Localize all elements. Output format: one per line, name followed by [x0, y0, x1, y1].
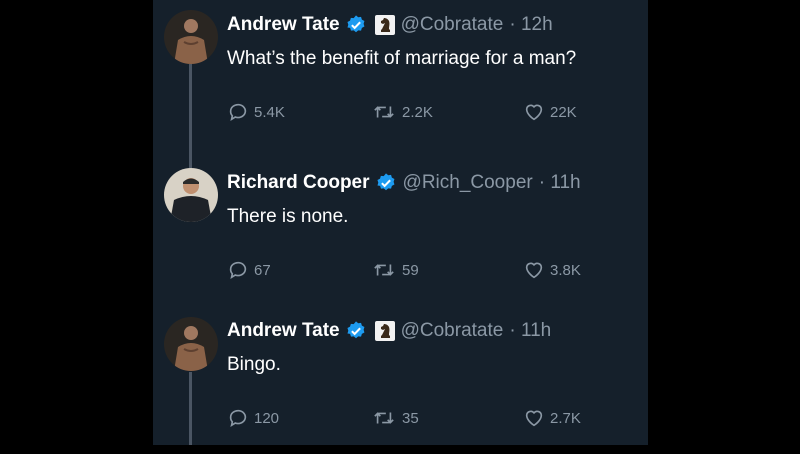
tweet-text: What’s the benefit of marriage for a man…: [227, 48, 577, 69]
like-count: 2.7K: [550, 409, 581, 427]
reply-icon: [229, 409, 247, 428]
retweet-button[interactable]: 2.2K: [371, 101, 433, 123]
retweet-icon: [374, 412, 394, 424]
author-handle[interactable]: @Rich_Cooper: [403, 172, 533, 194]
avatar[interactable]: [164, 168, 218, 222]
author-handle[interactable]: @Cobratate: [401, 14, 504, 36]
retweet-count: 35: [402, 409, 419, 427]
reply-button[interactable]: 67: [227, 259, 271, 281]
tweet-text: Bingo.: [227, 354, 281, 375]
author-name[interactable]: Andrew Tate: [227, 14, 340, 36]
verified-badge-icon: [347, 321, 365, 339]
reply-count: 67: [254, 261, 271, 279]
retweet-button[interactable]: 59: [371, 259, 419, 281]
chess-knight-icon: [374, 321, 395, 341]
tweet[interactable]: Andrew Tate @Cobratate · 11h Bingo. 120 …: [153, 306, 648, 454]
tweet-time[interactable]: · 11h: [539, 172, 581, 194]
tweet-actions: 67 59 3.8K: [227, 259, 587, 283]
reply-button[interactable]: 120: [227, 407, 279, 429]
tweet-actions: 5.4K 2.2K 22K: [227, 101, 587, 125]
like-count: 3.8K: [550, 261, 581, 279]
retweet-icon: [374, 264, 394, 276]
tweet-actions: 120 35 2.7K: [227, 407, 587, 431]
author-handle[interactable]: @Cobratate: [401, 320, 504, 342]
chess-knight-icon: [374, 15, 395, 35]
author-name[interactable]: Richard Cooper: [227, 172, 370, 194]
tweet-header: Richard Cooper @Rich_Cooper · 11h: [227, 172, 581, 194]
avatar[interactable]: [164, 317, 218, 371]
retweet-button[interactable]: 35: [371, 407, 419, 429]
retweet-count: 2.2K: [402, 103, 433, 121]
verified-badge-icon: [377, 173, 394, 191]
verified-badge-icon: [347, 15, 365, 33]
reply-button[interactable]: 5.4K: [227, 101, 285, 123]
reply-icon: [229, 103, 247, 122]
tweet-header: Andrew Tate @Cobratate · 12h: [227, 14, 553, 36]
tweet-time[interactable]: · 12h: [509, 14, 552, 36]
heart-icon: [525, 410, 543, 427]
tweet-header: Andrew Tate @Cobratate · 11h: [227, 320, 551, 342]
tweet[interactable]: Andrew Tate @Cobratate · 12h What’s the …: [153, 0, 648, 148]
heart-icon: [525, 262, 543, 279]
reply-count: 120: [254, 409, 280, 427]
retweet-icon: [374, 106, 394, 118]
like-button[interactable]: 22K: [523, 101, 577, 123]
tweet-time[interactable]: · 11h: [509, 320, 551, 342]
heart-icon: [525, 104, 543, 121]
retweet-count: 59: [402, 261, 419, 279]
avatar[interactable]: [164, 10, 218, 64]
tweet[interactable]: Richard Cooper @Rich_Cooper · 11h There …: [153, 158, 648, 306]
tweet-text: There is none.: [227, 206, 349, 227]
like-button[interactable]: 2.7K: [523, 407, 581, 429]
like-button[interactable]: 3.8K: [523, 259, 581, 281]
reply-count: 5.4K: [254, 103, 285, 121]
like-count: 22K: [550, 103, 577, 121]
author-name[interactable]: Andrew Tate: [227, 320, 340, 342]
reply-icon: [229, 261, 247, 280]
